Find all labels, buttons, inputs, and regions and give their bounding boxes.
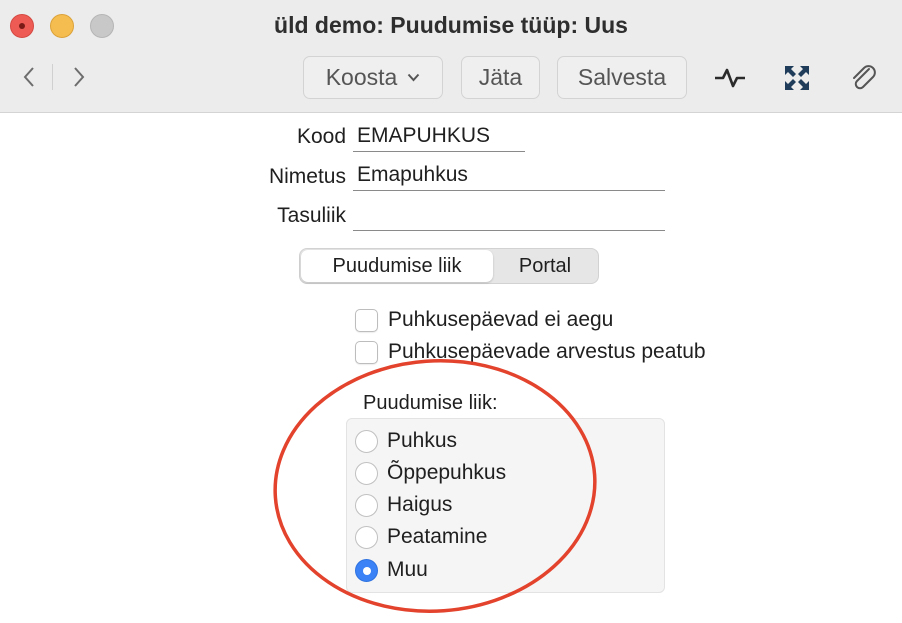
checkbox-label: Puhkusepäevad ei aegu [388, 308, 614, 331]
radio-option-puhkus[interactable]: Puhkus [355, 429, 457, 453]
tasuliik-label: Tasuliik [277, 204, 346, 227]
radio-button[interactable] [355, 525, 378, 549]
checkbox-row-calculation-paused[interactable]: Puhkusepäevade arvestus peatub [355, 340, 706, 364]
tab-portal[interactable]: Portal [493, 250, 597, 282]
nimetus-field[interactable]: Emapuhkus [353, 161, 665, 191]
radio-button-selected[interactable] [355, 558, 378, 582]
radio-button[interactable] [355, 493, 378, 517]
radio-label: Puhkus [387, 429, 458, 452]
forward-button[interactable] [66, 62, 92, 92]
expand-icon [785, 66, 809, 90]
kood-label: Kood [296, 125, 346, 148]
radio-option-haigus[interactable]: Haigus [355, 493, 452, 517]
radio-button[interactable] [355, 461, 378, 485]
nav-divider [52, 64, 53, 90]
radio-label: Haigus [387, 493, 453, 516]
back-button[interactable] [16, 62, 42, 92]
calculation-paused-checkbox[interactable] [355, 340, 378, 364]
checkbox-row-vacation-not-expire[interactable]: Puhkusepäevad ei aegu [355, 308, 613, 332]
chevron-right-icon [74, 67, 85, 87]
compose-menu-button[interactable]: Koosta [303, 56, 443, 99]
compose-button-label: Koosta [325, 64, 398, 90]
tab-segmented-control: Puudumise liik Portal [299, 248, 599, 284]
window-titlebar: üld demo: Puudumise tüüp: Uus Koosta Jät… [0, 0, 902, 113]
checkbox-label: Puhkusepäevade arvestus peatub [388, 340, 706, 363]
tab-puudumise-liik[interactable]: Puudumise liik [301, 250, 493, 282]
window-title: üld demo: Puudumise tüüp: Uus [274, 12, 628, 38]
paperclip-icon [853, 65, 876, 90]
radio-label: Muu [387, 558, 428, 581]
radio-label: Peatamine [387, 525, 488, 548]
activity-icon [715, 68, 745, 88]
radio-button[interactable] [355, 429, 378, 453]
chevron-down-icon [408, 73, 420, 82]
tasuliik-field[interactable] [353, 201, 665, 231]
save-button[interactable]: Salvesta [557, 56, 687, 99]
chevron-left-icon [23, 67, 34, 87]
activity-button[interactable] [712, 62, 748, 94]
radio-option-oppepuhkus[interactable]: Õppepuhkus [355, 461, 506, 485]
fullscreen-button[interactable] [779, 62, 815, 94]
vacation-not-expire-checkbox[interactable] [355, 308, 378, 332]
kood-field[interactable]: EMAPUHKUS [353, 122, 525, 152]
nimetus-label: Nimetus [268, 165, 346, 188]
radio-option-muu[interactable]: Muu [355, 558, 428, 582]
radio-option-peatamine[interactable]: Peatamine [355, 525, 487, 549]
radio-label: Õppepuhkus [387, 461, 507, 484]
discard-button[interactable]: Jäta [461, 56, 540, 99]
attachment-button[interactable] [846, 62, 882, 94]
absence-type-group-label: Puudumise liik: [363, 392, 498, 414]
